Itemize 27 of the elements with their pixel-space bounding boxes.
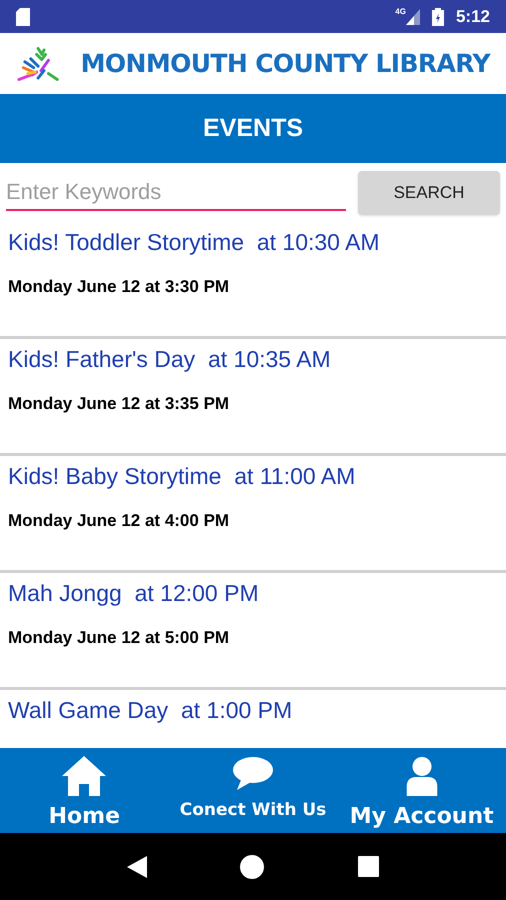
nav-item[interactable]: Home — [48, 800, 120, 833]
sd-card-icon — [16, 8, 30, 26]
event-title[interactable]: Kids! Baby Storytime at 11:00 AM — [8, 459, 356, 494]
network-label: 4G — [395, 6, 406, 18]
home-icon — [62, 756, 106, 796]
battery-icon — [432, 8, 444, 26]
event-date: Monday June 12 at 3:35 PM — [8, 392, 230, 414]
event-title[interactable]: Mah Jongg at 12:00 PM — [8, 576, 259, 610]
speech-bubble-icon — [233, 756, 273, 790]
keyword-field[interactable]: Enter Keywords — [6, 174, 346, 210]
nav-item[interactable]: Conect With Us — [180, 798, 326, 824]
search-button[interactable]: SEARCH — [358, 170, 500, 214]
person-icon — [406, 756, 438, 796]
event-title[interactable]: Kids! Father's Day at 10:35 AM — [8, 342, 331, 376]
event-date: Monday June 12 at 5:00 PM — [8, 626, 230, 648]
back-icon[interactable] — [126, 856, 147, 878]
event-date: Monday June 12 at 3:30 PM — [8, 276, 230, 298]
event-title[interactable]: Kids! Toddler Storytime at 10:30 AM — [8, 225, 380, 260]
event-title[interactable]: Wall Game Day at 1:00 PM — [8, 693, 292, 728]
page-title: EVENTS — [202, 112, 304, 144]
home-circle-icon[interactable] — [240, 854, 264, 878]
recents-square-icon[interactable] — [358, 856, 380, 877]
clock: 5:12 — [456, 6, 490, 28]
event-date: Monday June 12 at 4:00 PM — [8, 510, 230, 532]
signal-icon — [406, 8, 420, 24]
library-title: MONMOUTH COUNTY LIBRARY — [80, 48, 490, 80]
nav-item[interactable]: My Account — [350, 800, 494, 833]
